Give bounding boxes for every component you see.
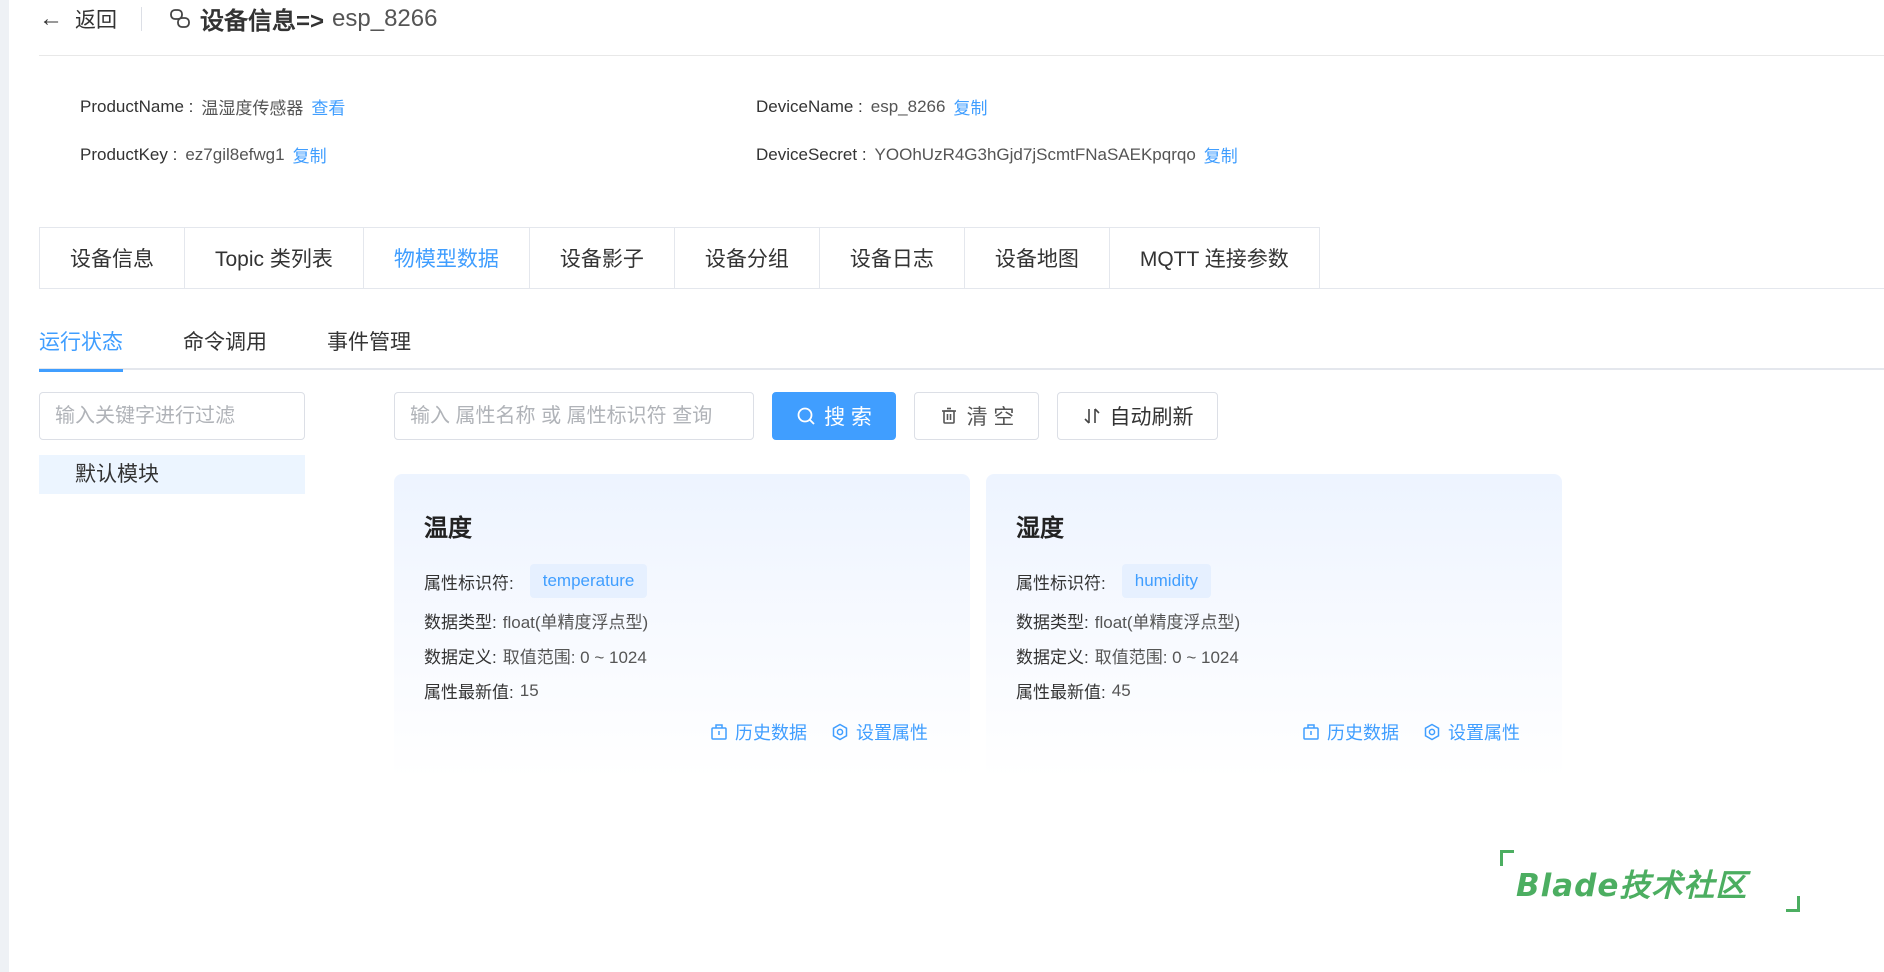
tab-device-shadow[interactable]: 设备影子: [529, 227, 675, 288]
card-title: 湿度: [1016, 515, 1064, 542]
latest-label: 属性最新值:: [424, 683, 514, 702]
module-filter-input[interactable]: [39, 392, 305, 440]
subtab-command-call[interactable]: 命令调用: [183, 320, 267, 370]
type-label: 数据类型:: [424, 613, 497, 632]
search-icon: [797, 407, 815, 425]
history-data-button[interactable]: 历史数据: [710, 719, 807, 745]
sub-tabs: 运行状态 命令调用 事件管理: [39, 320, 1884, 372]
type-value: float(单精度浮点型): [1094, 613, 1241, 632]
card-title: 温度: [424, 515, 472, 542]
card-identifier-row: 属性标识符: humidity: [1016, 559, 1532, 603]
link-icon: [170, 8, 190, 28]
gear-icon: [1424, 723, 1440, 741]
watermark-text: Blade技术社区: [1516, 868, 1748, 904]
identifier-label: 属性标识符:: [424, 573, 514, 593]
card-actions: 历史数据 设置属性: [710, 719, 928, 745]
product-name-value: 温湿度传感器: [201, 99, 304, 118]
product-key-label: ProductKey :: [80, 144, 178, 164]
clear-button-label: 清 空: [966, 406, 1015, 429]
card-latest-row: 属性最新值: 45: [1016, 673, 1532, 708]
tab-topic-list[interactable]: Topic 类列表: [185, 227, 364, 288]
product-key-value: ez7gil8efwg1: [185, 144, 285, 164]
product-name-label: ProductName :: [80, 96, 194, 116]
definition-label: 数据定义:: [1016, 648, 1089, 667]
device-name-value: esp_8266: [870, 96, 946, 116]
latest-value: 15: [519, 680, 539, 700]
page-title-main: 设备信息=>: [200, 8, 325, 35]
definition-value: 取值范围: 0 ~ 1024: [502, 648, 647, 667]
property-card-humidity: 湿度 属性标识符: humidity 数据类型: float(单精度浮点型) 数…: [986, 474, 1562, 779]
type-label: 数据类型:: [1016, 613, 1089, 632]
box-icon: [711, 724, 727, 740]
gear-icon: [832, 723, 848, 741]
back-button[interactable]: ← 返回: [39, 4, 117, 34]
arrow-left-icon: ←: [39, 4, 63, 32]
product-key-row: ProductKey : ez7gil8efwg1 复制: [80, 142, 327, 167]
set-property-button[interactable]: 设置属性: [1423, 719, 1520, 745]
search-button[interactable]: 搜 索: [772, 392, 896, 440]
device-secret-value: YOOhUzR4G3hGjd7jScmtFNaSAEKpqrqo: [874, 144, 1196, 164]
identifier-tag: humidity: [1121, 564, 1212, 598]
type-value: float(单精度浮点型): [502, 613, 649, 632]
card-identifier-row: 属性标识符: temperature: [424, 559, 940, 603]
tab-device-map[interactable]: 设备地图: [964, 227, 1110, 288]
set-property-label: 设置属性: [856, 723, 928, 743]
tab-device-log[interactable]: 设备日志: [819, 227, 965, 288]
clear-button[interactable]: 清 空: [914, 392, 1039, 440]
set-property-button[interactable]: 设置属性: [831, 719, 928, 745]
card-type-row: 数据类型: float(单精度浮点型): [424, 603, 940, 638]
card-definition-row: 数据定义: 取值范围: 0 ~ 1024: [1016, 638, 1532, 673]
header-divider: [141, 6, 142, 31]
tab-device-group[interactable]: 设备分组: [674, 227, 820, 288]
main-tabs: 设备信息 Topic 类列表 物模型数据 设备影子 设备分组 设备日志 设备地图…: [39, 227, 1884, 289]
definition-label: 数据定义:: [424, 648, 497, 667]
subtab-event-management[interactable]: 事件管理: [327, 320, 411, 370]
device-name-row: DeviceName : esp_8266 复制: [756, 94, 987, 119]
subtab-running-status[interactable]: 运行状态: [39, 320, 123, 372]
page-title: 设备信息=> esp_8266: [168, 1, 437, 36]
tree-node-default-module[interactable]: 默认模块: [39, 455, 305, 494]
property-card-temperature: 温度 属性标识符: temperature 数据类型: float(单精度浮点型…: [394, 474, 970, 779]
auto-refresh-label: 自动刷新: [1109, 406, 1194, 429]
set-property-label: 设置属性: [1448, 723, 1520, 743]
tab-thing-model-data[interactable]: 物模型数据: [363, 227, 530, 288]
history-data-label: 历史数据: [1327, 723, 1399, 743]
definition-value: 取值范围: 0 ~ 1024: [1094, 648, 1239, 667]
copy-device-secret-link[interactable]: 复制: [1204, 142, 1238, 167]
trash-icon: [941, 407, 956, 424]
copy-device-name-link[interactable]: 复制: [953, 94, 987, 119]
card-actions: 历史数据 设置属性: [1302, 719, 1520, 745]
watermark-corner-top-left: [1500, 850, 1514, 866]
history-data-button[interactable]: 历史数据: [1302, 719, 1399, 745]
card-latest-row: 属性最新值: 15: [424, 673, 940, 708]
card-type-row: 数据类型: float(单精度浮点型): [1016, 603, 1532, 638]
page-title-device: esp_8266: [332, 4, 438, 32]
device-secret-row: DeviceSecret : YOOhUzR4G3hGjd7jScmtFNaSA…: [756, 142, 1238, 167]
identifier-label: 属性标识符:: [1016, 573, 1106, 593]
box-icon: [1303, 724, 1319, 740]
watermark-logo: Blade技术社区: [1500, 850, 1800, 912]
tab-mqtt-params[interactable]: MQTT 连接参数: [1109, 227, 1320, 288]
page-header: ← 返回 设备信息=> esp_8266: [39, 0, 1884, 56]
sort-arrows-icon: [1083, 408, 1100, 424]
card-definition-row: 数据定义: 取值范围: 0 ~ 1024: [424, 638, 940, 673]
auto-refresh-button[interactable]: 自动刷新: [1057, 392, 1218, 440]
property-search-input[interactable]: [394, 392, 754, 440]
back-label: 返回: [75, 8, 117, 32]
device-secret-label: DeviceSecret :: [756, 144, 867, 164]
product-name-row: ProductName : 温湿度传感器 查看: [80, 94, 345, 119]
identifier-tag: temperature: [529, 564, 648, 598]
history-data-label: 历史数据: [735, 723, 807, 743]
search-button-label: 搜 索: [824, 406, 872, 429]
left-edge-strip: [0, 0, 9, 972]
copy-product-key-link[interactable]: 复制: [293, 142, 327, 167]
device-name-label: DeviceName :: [756, 96, 863, 116]
latest-value: 45: [1111, 680, 1131, 700]
tab-device-info[interactable]: 设备信息: [39, 227, 185, 288]
latest-label: 属性最新值:: [1016, 683, 1106, 702]
watermark-corner-bottom-right: [1786, 896, 1800, 912]
view-product-link[interactable]: 查看: [311, 94, 345, 119]
